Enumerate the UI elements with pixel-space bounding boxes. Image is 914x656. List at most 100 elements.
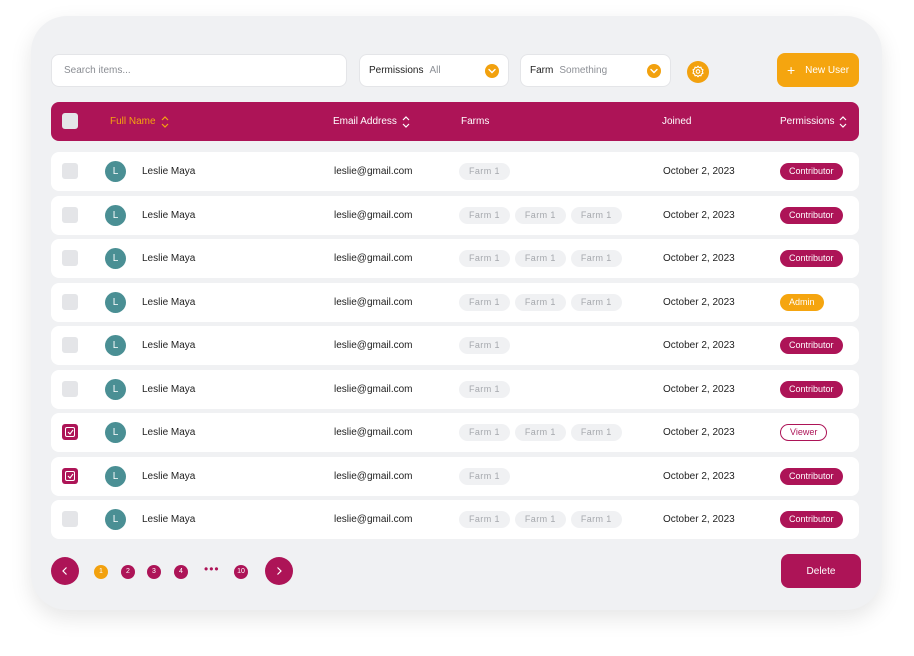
chevron-down-icon[interactable]: [647, 63, 661, 78]
user-email: leslie@gmail.com: [334, 209, 413, 221]
farm-chip: Farm 1: [514, 206, 566, 224]
farm-chips: Farm 1: [459, 467, 510, 485]
chevron-down-icon[interactable]: [485, 63, 499, 78]
page-2[interactable]: 2: [121, 565, 135, 579]
page-10[interactable]: 10: [234, 565, 248, 579]
table-row[interactable]: L Leslie Maya leslie@gmail.com Farm 1 Farm 1…: [51, 282, 859, 322]
farm-chips: Farm 1 Farm 1 Farm 1: [459, 424, 622, 441]
permission-badge[interactable]: Viewer: [780, 424, 828, 441]
row-checkbox[interactable]: [62, 206, 78, 223]
farm-chips: Farm 1: [459, 337, 510, 354]
page-4[interactable]: 4: [174, 565, 188, 579]
chevron-left-icon: [62, 567, 67, 575]
avatar: L: [105, 335, 126, 356]
table-row[interactable]: L Leslie Maya leslie@gmail.com Farm 1 Farm 1…: [51, 413, 859, 452]
column-email-label: Email Address: [333, 116, 397, 127]
gear-icon[interactable]: [687, 61, 709, 83]
user-name: Leslie Maya: [142, 296, 196, 308]
farm-chip: Farm 1: [459, 511, 510, 528]
user-email: leslie@gmail.com: [334, 296, 413, 308]
sort-icon[interactable]: [839, 115, 847, 129]
search-input[interactable]: Search items...: [51, 54, 347, 87]
permission-badge[interactable]: Contributor: [780, 206, 843, 224]
user-name: Leslie Maya: [142, 514, 196, 525]
user-name: Leslie Maya: [142, 253, 196, 264]
row-checkbox[interactable]: [62, 163, 78, 179]
joined-date: October 2, 2023: [663, 514, 735, 525]
farm-chip: Farm 1: [459, 467, 510, 485]
sort-icon[interactable]: [161, 115, 169, 129]
farm-chip: Farm 1: [570, 424, 622, 441]
table-row[interactable]: L Leslie Maya leslie@gmail.com Farm 1 Octobe…: [51, 456, 859, 496]
page-1[interactable]: 1: [94, 565, 108, 579]
joined-date: October 2, 2023: [663, 296, 735, 308]
joined-date: October 2, 2023: [663, 166, 735, 177]
user-name: Leslie Maya: [142, 470, 196, 482]
row-checkbox[interactable]: [62, 250, 78, 266]
table-row[interactable]: L Leslie Maya leslie@gmail.com Farm 1 Octobe…: [51, 152, 859, 191]
sort-icon[interactable]: [402, 115, 410, 129]
permission-badge[interactable]: Contributor: [780, 467, 843, 485]
farm-chip: Farm 1: [514, 424, 566, 441]
farm-chip: Farm 1: [459, 424, 510, 441]
farm-chips: Farm 1 Farm 1 Farm 1: [459, 511, 622, 528]
column-full-name[interactable]: Full Name: [110, 102, 169, 141]
permission-badge[interactable]: Admin: [780, 293, 824, 311]
column-full-name-label: Full Name: [110, 116, 156, 127]
user-email: leslie@gmail.com: [334, 514, 413, 525]
column-permissions-label: Permissions: [780, 116, 835, 127]
farm-chip: Farm 1: [459, 163, 510, 180]
avatar: L: [105, 422, 126, 443]
table-row[interactable]: L Leslie Maya leslie@gmail.com Farm 1 Farm 1…: [51, 500, 859, 539]
farm-chip: Farm 1: [570, 511, 622, 528]
farm-filter[interactable]: Farm Something: [520, 54, 671, 87]
next-page-button[interactable]: [265, 557, 293, 585]
avatar: L: [105, 378, 126, 400]
user-name: Leslie Maya: [142, 383, 196, 395]
avatar: L: [105, 248, 126, 269]
new-user-button[interactable]: + New User: [777, 53, 859, 87]
avatar: L: [105, 161, 126, 182]
farm-chips: Farm 1 Farm 1 Farm 1: [459, 206, 622, 224]
farm-chip: Farm 1: [570, 250, 622, 267]
farm-chip: Farm 1: [570, 293, 622, 311]
user-name: Leslie Maya: [142, 427, 196, 438]
row-checkbox[interactable]: [62, 467, 78, 484]
permissions-filter[interactable]: Permissions All: [359, 54, 509, 87]
row-checkbox[interactable]: [62, 293, 78, 310]
column-farms: Farms: [461, 116, 490, 127]
table-row[interactable]: L Leslie Maya leslie@gmail.com Farm 1 Octobe…: [51, 326, 859, 365]
table-row[interactable]: L Leslie Maya leslie@gmail.com Farm 1 Octobe…: [51, 369, 859, 409]
user-email: leslie@gmail.com: [334, 340, 413, 351]
joined-date: October 2, 2023: [663, 383, 735, 395]
delete-button[interactable]: Delete: [781, 554, 861, 588]
row-checkbox[interactable]: [62, 380, 78, 397]
table-row[interactable]: L Leslie Maya leslie@gmail.com Farm 1 Farm 1…: [51, 195, 859, 235]
user-email: leslie@gmail.com: [334, 470, 413, 482]
permission-badge[interactable]: Contributor: [780, 163, 843, 180]
farm-chips: Farm 1 Farm 1 Farm 1: [459, 250, 622, 267]
permission-badge[interactable]: Contributor: [780, 511, 843, 528]
joined-date: October 2, 2023: [663, 427, 735, 438]
table-header: Full Name Email Address Farms Joined Per…: [51, 102, 859, 141]
pagination-ellipsis: •••: [204, 562, 220, 576]
farm-chips: Farm 1: [459, 163, 510, 180]
avatar: L: [105, 465, 126, 487]
select-all-checkbox[interactable]: [62, 113, 78, 129]
row-checkbox[interactable]: [62, 511, 78, 527]
permission-badge[interactable]: Contributor: [780, 380, 843, 398]
column-email[interactable]: Email Address: [333, 102, 410, 141]
column-permissions[interactable]: Permissions: [780, 102, 847, 141]
permission-badge[interactable]: Contributor: [780, 250, 843, 267]
row-checkbox[interactable]: [62, 424, 78, 440]
prev-page-button[interactable]: [51, 557, 79, 585]
permissions-filter-value: All: [429, 65, 441, 76]
permission-badge[interactable]: Contributor: [780, 337, 843, 354]
permissions-filter-label: Permissions: [369, 65, 424, 76]
user-email: leslie@gmail.com: [334, 383, 413, 395]
farm-chip: Farm 1: [459, 380, 510, 398]
row-checkbox[interactable]: [62, 337, 78, 353]
page-3[interactable]: 3: [147, 565, 161, 579]
table-row[interactable]: L Leslie Maya leslie@gmail.com Farm 1 Farm 1…: [51, 239, 859, 278]
user-name: Leslie Maya: [142, 166, 196, 177]
